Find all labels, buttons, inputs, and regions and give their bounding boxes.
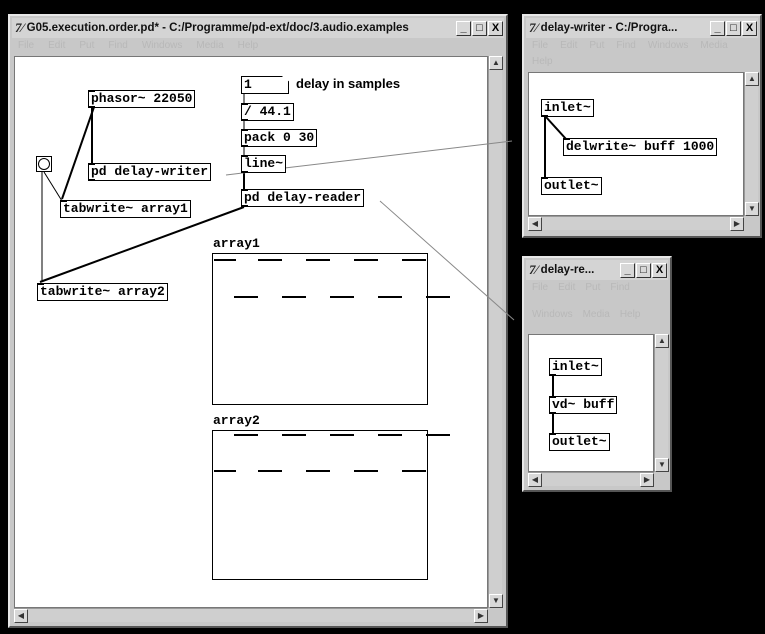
vd-object[interactable]: vd~ buff <box>549 396 618 414</box>
close-icon[interactable]: X <box>652 262 667 278</box>
delay-writer-subpatch[interactable]: pd delay-writer <box>88 163 212 181</box>
scroll-right-icon[interactable]: ▶ <box>640 473 654 487</box>
reader-horizontal-scrollbar[interactable]: ◀ ▶ <box>528 472 654 487</box>
main-window-title: G05.execution.order.pd* - C:/Programme/p… <box>26 22 409 34</box>
maximize-icon[interactable]: □ <box>726 20 741 36</box>
menu-windows[interactable]: Windows <box>142 40 183 54</box>
maximize-icon[interactable]: □ <box>472 20 487 36</box>
menu-put[interactable]: Put <box>79 40 94 54</box>
delay-writer-window: 7⁄ delay-writer - C:/Progra... _ □ X Fil… <box>522 14 762 238</box>
menu-find[interactable]: Find <box>616 40 635 52</box>
scroll-down-icon[interactable]: ▼ <box>655 458 669 472</box>
writer-inlet-object[interactable]: inlet~ <box>541 99 594 117</box>
menu-file[interactable]: File <box>532 282 548 305</box>
maximize-icon[interactable]: □ <box>636 262 651 278</box>
menu-windows[interactable]: Windows <box>648 40 689 52</box>
divide-object[interactable]: / 44.1 <box>241 103 294 121</box>
reader-window-titlebar[interactable]: 7⁄ delay-re... _ □ X <box>526 260 668 280</box>
pack-object[interactable]: pack 0 30 <box>241 129 318 147</box>
menu-file[interactable]: File <box>532 40 548 52</box>
reader-inlet-object[interactable]: inlet~ <box>549 358 602 376</box>
menu-windows[interactable]: Windows <box>532 309 573 332</box>
pd-logo-icon: 7⁄ <box>529 20 538 35</box>
menu-find[interactable]: Find <box>108 40 127 54</box>
scroll-right-icon[interactable]: ▶ <box>474 609 488 623</box>
array1-graph[interactable] <box>212 253 428 405</box>
array1-label: array1 <box>213 236 260 251</box>
writer-vertical-scrollbar[interactable]: ▲ ▼ <box>744 72 759 216</box>
tabwrite-array2-object[interactable]: tabwrite~ array2 <box>37 283 168 301</box>
menu-media[interactable]: Media <box>196 40 223 54</box>
scroll-left-icon[interactable]: ◀ <box>528 473 542 487</box>
bang-button[interactable] <box>36 156 52 172</box>
pd-logo-icon: 7⁄ <box>529 262 538 277</box>
menu-help[interactable]: Help <box>620 309 641 332</box>
writer-window-title: delay-writer - C:/Progra... <box>540 22 678 34</box>
main-horizontal-scrollbar[interactable]: ◀ ▶ <box>14 608 488 623</box>
minimize-icon[interactable]: _ <box>620 262 635 278</box>
delay-reader-subpatch[interactable]: pd delay-reader <box>241 189 365 207</box>
scroll-right-icon[interactable]: ▶ <box>730 217 744 231</box>
reader-vertical-scrollbar[interactable]: ▲ ▼ <box>654 334 669 472</box>
array2-label: array2 <box>213 413 260 428</box>
scroll-down-icon[interactable]: ▼ <box>745 202 759 216</box>
delay-in-samples-comment: delay in samples <box>296 76 401 91</box>
scroll-up-icon[interactable]: ▲ <box>655 334 669 348</box>
menu-help[interactable]: Help <box>532 56 553 68</box>
pd-logo-icon: 7⁄ <box>15 20 24 35</box>
array2-graph[interactable] <box>212 430 428 580</box>
menu-edit[interactable]: Edit <box>560 40 577 52</box>
minimize-icon[interactable]: _ <box>710 20 725 36</box>
menu-file[interactable]: File <box>18 40 34 54</box>
menu-media[interactable]: Media <box>583 309 610 332</box>
reader-window-title: delay-re... <box>540 264 595 276</box>
main-window-titlebar[interactable]: 7⁄ G05.execution.order.pd* - C:/Programm… <box>12 18 504 38</box>
delay-number-box[interactable]: 1 <box>241 76 289 94</box>
main-vertical-scrollbar[interactable]: ▲ ▼ <box>488 56 503 608</box>
scroll-left-icon[interactable]: ◀ <box>14 609 28 623</box>
scroll-up-icon[interactable]: ▲ <box>745 72 759 86</box>
delwrite-object[interactable]: delwrite~ buff 1000 <box>563 138 718 156</box>
tabwrite-array1-object[interactable]: tabwrite~ array1 <box>60 200 191 218</box>
minimize-icon[interactable]: _ <box>456 20 471 36</box>
main-menubar: File Edit Put Find Windows Media Help <box>12 40 504 54</box>
writer-window-titlebar[interactable]: 7⁄ delay-writer - C:/Progra... _ □ X <box>526 18 758 38</box>
menu-put[interactable]: Put <box>589 40 604 52</box>
line-object[interactable]: line~ <box>241 155 287 173</box>
scroll-left-icon[interactable]: ◀ <box>528 217 542 231</box>
menu-find[interactable]: Find <box>610 282 629 305</box>
menu-help[interactable]: Help <box>238 40 259 54</box>
writer-outlet-object[interactable]: outlet~ <box>541 177 602 195</box>
scroll-up-icon[interactable]: ▲ <box>489 56 503 70</box>
menu-put[interactable]: Put <box>585 282 600 305</box>
menu-edit[interactable]: Edit <box>558 282 575 305</box>
writer-menubar: File Edit Put Find Windows Media Help <box>526 40 758 68</box>
writer-horizontal-scrollbar[interactable]: ◀ ▶ <box>528 216 744 231</box>
close-icon[interactable]: X <box>488 20 503 36</box>
menu-media[interactable]: Media <box>700 40 727 52</box>
phasor-object[interactable]: phasor~ 22050 <box>88 90 196 108</box>
reader-outlet-object[interactable]: outlet~ <box>549 433 610 451</box>
reader-menubar: File Edit Put Find Windows Media Help <box>526 282 668 332</box>
close-icon[interactable]: X <box>742 20 757 36</box>
menu-edit[interactable]: Edit <box>48 40 65 54</box>
scroll-down-icon[interactable]: ▼ <box>489 594 503 608</box>
